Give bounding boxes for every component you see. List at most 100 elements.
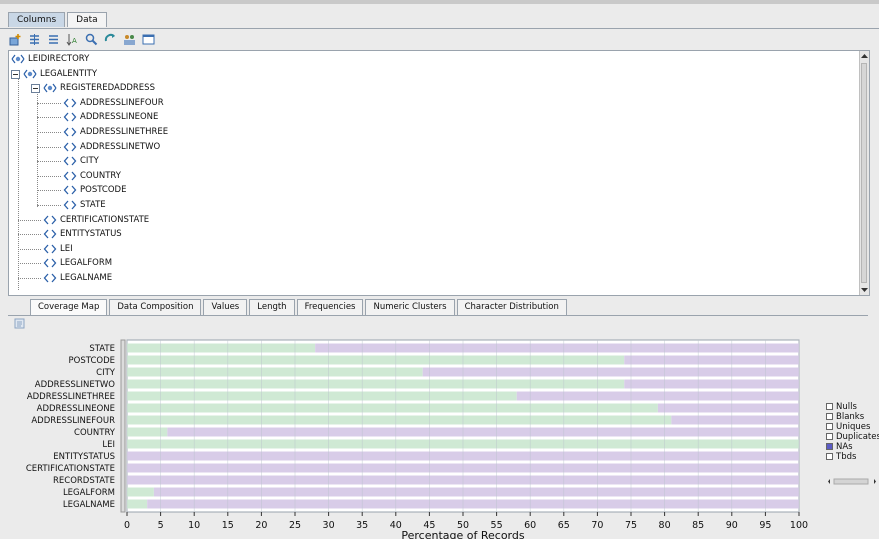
legend-item[interactable]: Blanks (826, 412, 879, 422)
tab-coverage-map[interactable]: Coverage Map (30, 299, 108, 315)
field-icon (63, 200, 77, 210)
legend-label: Nulls (836, 402, 857, 412)
tree-item[interactable]: LEI (43, 242, 73, 256)
tab-character-distribution[interactable]: Character Distribution (456, 299, 567, 315)
tree-item[interactable]: LEGALFORM (43, 256, 112, 270)
tree-connector (37, 161, 61, 163)
tab-data-composition[interactable]: Data Composition (109, 299, 202, 315)
refresh-icon[interactable] (103, 32, 117, 46)
tree-item[interactable]: LEIDIRECTORY (11, 52, 89, 66)
legend-scrollbar[interactable] (826, 478, 878, 485)
users-icon[interactable] (122, 32, 136, 46)
legend-label: Duplicates (836, 432, 879, 442)
tree-connector (37, 117, 61, 119)
field-icon (63, 156, 77, 166)
bar-segment-uniques (127, 391, 517, 401)
x-tick-label: 5 (158, 520, 164, 531)
x-tick-label: 15 (222, 520, 234, 531)
main-tabbar: Columns Data (8, 12, 109, 28)
x-tick-label: 100 (790, 520, 808, 531)
tab-numeric-clusters[interactable]: Numeric Clusters (365, 299, 455, 315)
tree-item[interactable]: ADDRESSLINETHREE (63, 125, 168, 139)
tree-connector (18, 248, 41, 250)
tree-connector (37, 205, 61, 206)
category-label: ADDRESSLINEONE (37, 404, 115, 414)
document-icon[interactable] (14, 318, 26, 329)
tree-item[interactable]: ENTITYSTATUS (43, 227, 122, 241)
tree-item-label: ADDRESSLINEFOUR (80, 97, 164, 108)
tree-item[interactable]: LEGALNAME (43, 271, 112, 285)
profile-tabbar: Coverage Map Data Composition Values Len… (30, 299, 569, 315)
tab-data[interactable]: Data (67, 12, 107, 27)
tree-item-label: LEGALNAME (60, 273, 113, 283)
legend-item[interactable]: Nulls (826, 402, 879, 412)
category-label: CERTIFICATIONSTATE (26, 464, 115, 474)
x-tick-label: 70 (591, 520, 603, 531)
svg-text:A: A (72, 37, 77, 45)
bar-segment-uniques (127, 427, 168, 437)
legend-item[interactable]: NAs (826, 442, 879, 452)
window-icon[interactable] (141, 32, 155, 46)
coverage-map-chart: STATE POSTCODE CITY ADDRESSLINETWO ADDRESSLI… (26, 339, 808, 539)
sort-icon[interactable]: A (65, 32, 79, 46)
legend-item[interactable]: Tbds (826, 452, 879, 462)
tree-vertical-scrollbar[interactable] (859, 51, 869, 295)
add-column-icon[interactable] (8, 32, 22, 46)
tree-connector (37, 146, 61, 148)
legend-item[interactable]: Duplicates (826, 432, 879, 442)
tree-item[interactable]: CITY (63, 154, 99, 168)
collapse-all-icon[interactable] (46, 32, 60, 46)
field-icon (43, 229, 57, 239)
tree-scroll-thumb[interactable] (861, 63, 867, 283)
tree-item[interactable]: ADDRESSLINETWO (63, 140, 160, 154)
collapse-toggle-icon[interactable] (31, 84, 40, 96)
tree-item[interactable]: CERTIFICATIONSTATE (43, 213, 149, 227)
x-tick-label: 90 (726, 520, 738, 531)
tree-item[interactable]: STATE (63, 198, 106, 212)
tree-item-label: COUNTRY (80, 170, 121, 181)
chart-legend: Nulls Blanks Uniques Duplicates NAs Tbds (826, 402, 879, 462)
tree-item-label: LEI (60, 243, 73, 254)
bar-segment-duplicates (624, 379, 799, 389)
legend-label: Tbds (836, 452, 857, 462)
bar-segment-duplicates (516, 391, 799, 401)
tab-length[interactable]: Length (249, 299, 295, 315)
x-tick-label: 75 (625, 520, 637, 531)
tree-item[interactable]: LEGALENTITY (23, 67, 97, 81)
category-label: LEI (102, 440, 115, 450)
tree-item[interactable]: REGISTEREDADDRESS (43, 81, 155, 95)
tree-connector (37, 132, 61, 133)
x-tick-label: 20 (255, 520, 267, 531)
tab-frequencies[interactable]: Frequencies (296, 299, 364, 315)
collapse-toggle-icon[interactable] (11, 69, 20, 82)
x-tick-label: 85 (692, 520, 704, 531)
bar-segment-uniques (127, 487, 154, 497)
tree-item-label: CITY (80, 156, 99, 167)
legend-swatch (826, 433, 833, 440)
bar-segment-duplicates (147, 499, 799, 509)
tree-item[interactable]: COUNTRY (63, 169, 121, 183)
tree-item[interactable]: POSTCODE (63, 183, 126, 197)
tab-columns[interactable]: Columns (8, 12, 66, 27)
tree-item-label: REGISTEREDADDRESS (60, 83, 155, 94)
expand-all-icon[interactable] (27, 32, 41, 46)
category-label: ADDRESSLINEFOUR (31, 416, 115, 426)
tab-values[interactable]: Values (203, 299, 248, 315)
category-label: RECORDSTATE (53, 476, 115, 486)
legend-item[interactable]: Uniques (826, 422, 879, 432)
tree-item-label: ADDRESSLINETHREE (80, 127, 169, 137)
x-tick-label: 30 (323, 520, 335, 531)
tree-item-label: POSTCODE (80, 185, 127, 196)
tree-connector (37, 175, 61, 177)
tree-item[interactable]: ADDRESSLINEONE (63, 110, 158, 124)
element-icon (11, 54, 25, 64)
search-icon[interactable] (84, 32, 98, 46)
field-icon (43, 215, 57, 225)
tree-item[interactable]: ADDRESSLINEFOUR (63, 96, 164, 110)
tree-item-label: LEIDIRECTORY (28, 54, 90, 64)
field-icon (63, 142, 77, 152)
tree-item-label: LEGALFORM (60, 258, 113, 269)
top-border (0, 0, 879, 4)
tree-connector (18, 219, 41, 221)
x-axis-title: Percentage of Records (401, 529, 524, 539)
